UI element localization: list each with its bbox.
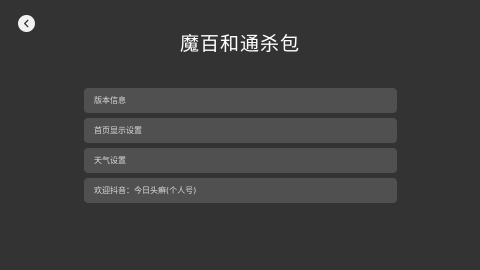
settings-menu: 版本信息 首页显示设置 天气设置 欢迎抖音：今日头癣(个人号) <box>84 88 397 208</box>
menu-item-home-display-settings[interactable]: 首页显示设置 <box>84 118 397 143</box>
menu-item-version-info[interactable]: 版本信息 <box>84 88 397 113</box>
chevron-left-icon <box>22 19 31 28</box>
settings-screen: 魔百和通杀包 版本信息 首页显示设置 天气设置 欢迎抖音：今日头癣(个人号) <box>0 0 480 270</box>
menu-item-weather-settings[interactable]: 天气设置 <box>84 148 397 173</box>
menu-item-welcome-douyin[interactable]: 欢迎抖音：今日头癣(个人号) <box>84 178 397 203</box>
page-title: 魔百和通杀包 <box>179 33 300 55</box>
